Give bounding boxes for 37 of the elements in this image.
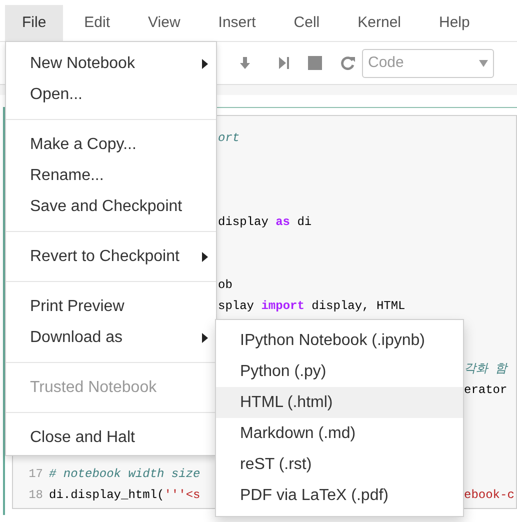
refresh-icon[interactable] [341,56,355,70]
submenu-item[interactable]: HTML (.html) [216,387,463,418]
menu-tab[interactable]: Insert [201,5,273,41]
menu-tab[interactable]: View [131,5,198,41]
code-text: di.display_html('''<s [49,486,200,504]
menu-item[interactable]: Open... [6,79,216,110]
code-text: # notebook width size [49,466,200,482]
submenu-item[interactable]: IPython Notebook (.ipynb) [216,325,463,356]
menu-item[interactable]: Print Preview [6,291,216,322]
menu-item[interactable]: Download as [6,322,216,353]
menu-item[interactable]: New Notebook [6,48,216,79]
dropdown-caret-icon [479,60,488,66]
line-number: 18 [28,486,44,504]
code-text: splay import display, HTML [218,298,406,314]
code-text: ebook-c [464,486,514,504]
submenu-item[interactable]: Markdown (.md) [216,418,463,449]
code-text: erator [464,382,508,398]
menu-item[interactable]: Rename... [6,160,216,191]
submenu-item[interactable]: Python (.py) [216,356,463,387]
code-text: ob [218,276,232,294]
submenu-item[interactable]: reST (.rst) [216,449,463,480]
skip-end-icon[interactable] [278,56,290,70]
menu-item[interactable]: Revert to Checkpoint [6,241,216,272]
menu-tab[interactable]: Cell [276,5,337,41]
menu-tab[interactable]: Kernel [340,5,418,41]
move-down-icon[interactable] [238,56,252,70]
menu-item[interactable]: Close and Halt [6,422,216,453]
line-number: 17 [28,466,44,482]
submenu-item[interactable]: PDF via LaTeX (.pdf) [216,480,463,511]
menu-tab[interactable]: Edit [67,5,128,41]
menu-tab[interactable]: Help [422,5,487,41]
menu-tab[interactable]: File [5,5,64,41]
menu-item[interactable]: Make a Copy... [6,129,216,160]
code-text: 각화 함 [464,360,508,378]
code-text: display as di [218,214,312,230]
code-text: ort [218,130,240,146]
menu-item[interactable]: Save and Checkpoint [6,191,216,222]
